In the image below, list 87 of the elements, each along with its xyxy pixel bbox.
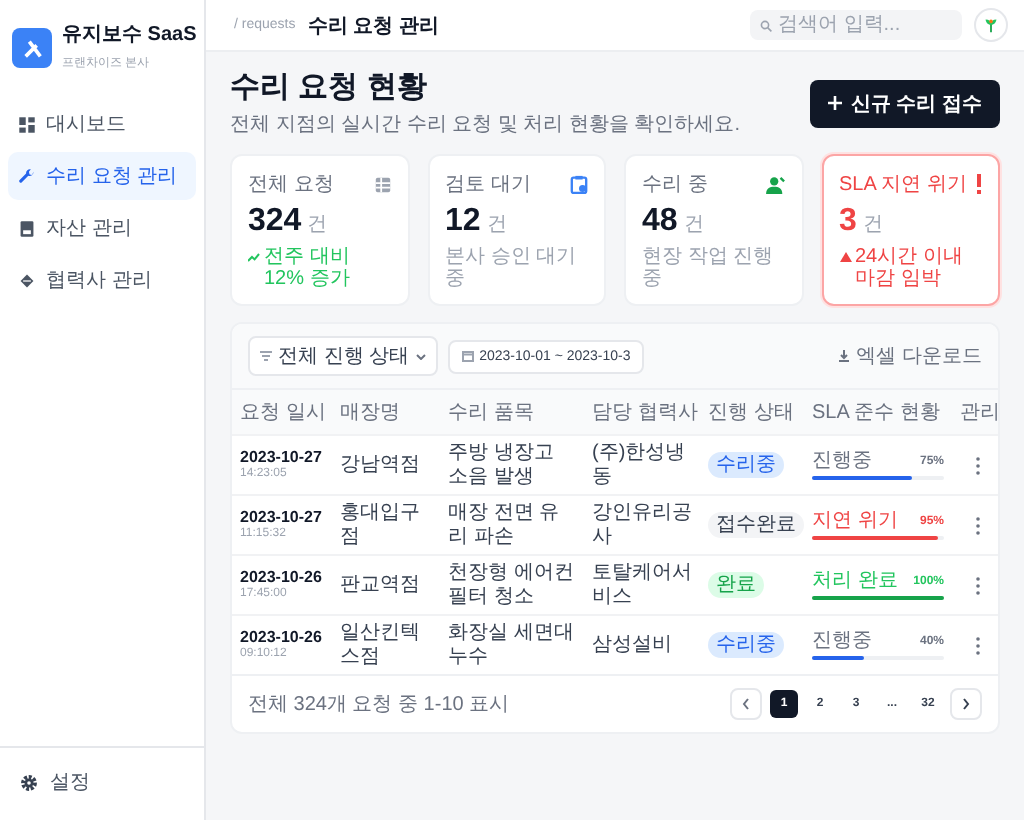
clipboard-icon [570,174,588,194]
stat-value: 12 [445,204,481,240]
repair-item: 천장형 에어컨 필터 청소 [448,562,574,607]
column-header: 담당 협력사 [584,389,700,435]
tools-icon [12,28,52,68]
breadcrumb-current: 수리 요청 관리 [307,13,439,39]
sla-label: 지연 위기 [812,510,898,534]
column-header: 수리 품목 [440,389,584,435]
more-icon[interactable] [972,515,984,535]
vendor-name: 토탈케어서비스 [592,562,692,607]
stat-note: 현장 작업 진행중 [642,246,776,290]
stat-note: 24시간 이내 마감 임박 [855,246,965,290]
new-request-button[interactable]: 신규 수리 접수 [810,79,1000,127]
pagination-summary: 전체 324개 요청 중 1-10 표시 [248,692,512,718]
wrench-icon [18,167,36,185]
request-date: 2023-10-27 [240,508,324,527]
status-badge: 수리중 [708,451,784,479]
status-filter[interactable]: 전체 진행 상태 [248,336,438,376]
worker-icon [765,175,785,193]
search-field[interactable]: 검색어 입력... [750,10,962,40]
brand-name: 유지보수 SaaS [62,22,199,48]
stat-value: 3 [839,204,857,240]
request-date: 2023-10-26 [240,628,324,647]
stat-label: SLA 지연 위기 [839,172,967,198]
status-badge: 접수완료 [708,511,804,539]
status-badge: 수리중 [708,631,784,659]
page-subtitle: 전체 지점의 실시간 수리 요청 및 처리 현황을 확인하세요. [230,112,741,138]
page-title: 수리 요청 현황 [230,68,429,106]
column-header: 요청 일시 [232,389,332,435]
chevron-left-icon [742,698,750,710]
nav-item[interactable]: 수리 요청 관리 [8,152,196,200]
store-name: 판교역점 [340,573,420,596]
export-button[interactable]: 엑셀 다운로드 [838,342,982,370]
repair-item: 주방 냉장고 소음 발생 [448,442,554,487]
vendor-name: 강인유리공사 [592,502,692,547]
trend-up-icon [248,252,260,262]
column-header: 매장명 [332,389,440,435]
dashboard-icon [18,115,36,133]
chevron-right-icon [962,698,970,710]
stat-value: 324 [248,204,302,240]
stat-unit: 건 [486,212,507,238]
nav-item[interactable]: 자산 관리 [8,204,196,252]
store-name: 홍대입구점 [340,502,420,547]
store-name: 일산킨텍스점 [340,622,420,667]
more-icon[interactable] [972,635,984,655]
exclamation-icon [976,174,982,194]
stat-unit: 건 [683,212,704,238]
vendor-name: (주)한성냉동 [592,442,686,487]
store-name: 강남역점 [340,453,420,476]
repair-item: 화장실 세면대 누수 [448,622,574,667]
stat-note: 본사 승인 대기중 [445,246,579,290]
column-header: 관리 [952,389,998,435]
search-icon [760,19,772,31]
stat-unit: 건 [307,212,328,238]
cabinet-icon [18,219,36,237]
request-date: 2023-10-26 [240,568,324,587]
settings-label[interactable]: 설정 [50,768,90,796]
nav-item[interactable]: 협력사 관리 [8,256,196,304]
stat-label: 검토 대기 [445,172,531,198]
column-header: SLA 준수 현황 [804,389,952,435]
stat-value: 48 [642,204,678,240]
vendor-name: 삼성설비 [592,633,672,656]
stat-label: 전체 요청 [248,172,334,198]
sla-label: 진행중 [812,630,872,654]
repair-item: 매장 전면 유리 파손 [448,502,560,547]
stat-label: 수리 중 [642,172,708,198]
warning-icon [839,252,851,262]
more-icon[interactable] [972,575,984,595]
next-page-button[interactable] [950,688,982,720]
column-header: 진행 상태 [700,389,804,435]
sla-label: 진행중 [812,450,872,474]
settings-icon[interactable] [20,773,38,791]
request-date: 2023-10-27 [240,448,324,467]
table-icon [373,175,391,193]
plus-icon [828,96,843,110]
stat-note: 전주 대비 12% 증가 [264,246,352,290]
avatar-icon[interactable] [974,8,1008,42]
more-icon[interactable] [972,455,984,475]
nav-item[interactable]: 대시보드 [8,100,196,148]
calendar-icon [461,350,474,362]
diamond-icon [18,271,36,289]
chevron-down-icon [415,353,426,359]
status-badge: 완료 [708,571,764,599]
stat-unit: 건 [862,212,883,238]
download-icon [838,350,851,362]
sla-label: 처리 완료 [812,570,898,594]
filter-icon [260,350,272,362]
